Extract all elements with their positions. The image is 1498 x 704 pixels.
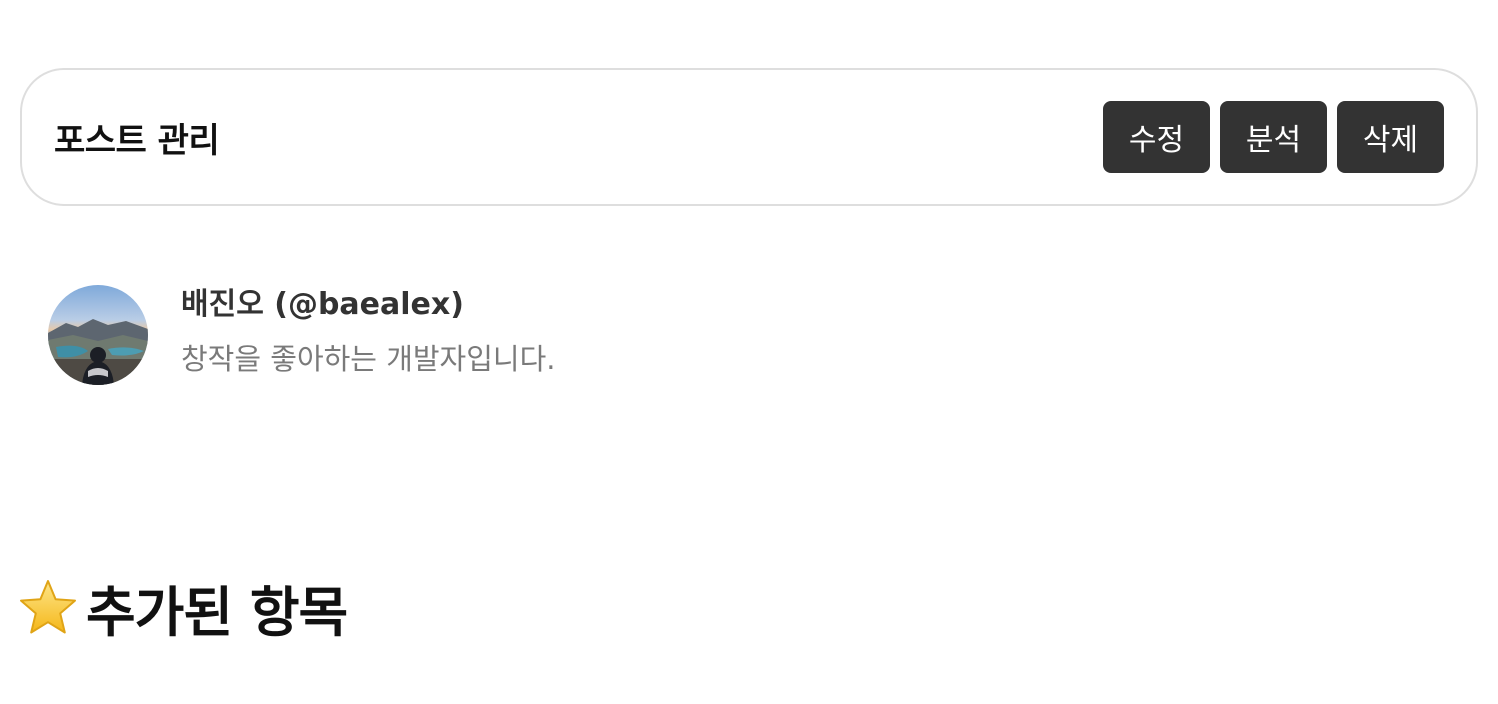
delete-button[interactable]: 삭제 (1337, 101, 1444, 173)
added-items-heading: 추가된 항목 (18, 568, 348, 647)
section-title: 추가된 항목 (86, 581, 348, 644)
star-icon (20, 579, 76, 633)
post-action-buttons: 수정 분석 삭제 (1103, 101, 1444, 173)
post-management-bar: 포스트 관리 수정 분석 삭제 (20, 68, 1478, 206)
profile-text: 배진오 (@baealex) 창작을 좋아하는 개발자입니다. (181, 285, 556, 379)
avatar[interactable] (48, 285, 148, 385)
avatar-image (48, 285, 148, 385)
author-name[interactable]: 배진오 (@baealex) (181, 285, 556, 325)
post-management-title: 포스트 관리 (54, 120, 220, 161)
author-profile: 배진오 (@baealex) 창작을 좋아하는 개발자입니다. (48, 285, 556, 385)
analyze-button[interactable]: 분석 (1220, 101, 1327, 173)
edit-button[interactable]: 수정 (1103, 101, 1210, 173)
author-bio: 창작을 좋아하는 개발자입니다. (181, 342, 556, 376)
